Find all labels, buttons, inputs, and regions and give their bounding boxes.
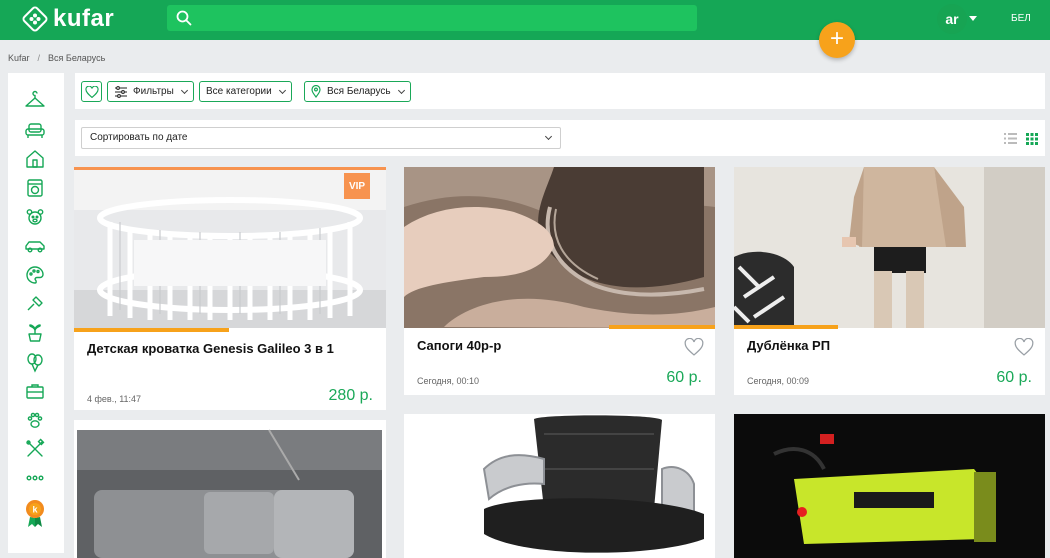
plant-pot-icon[interactable] bbox=[24, 322, 46, 344]
balloons-icon[interactable] bbox=[24, 351, 46, 373]
favorite-searches-button[interactable] bbox=[81, 81, 102, 102]
category-select-label: Все категории bbox=[206, 86, 272, 97]
listing-price: 60 р. bbox=[996, 369, 1032, 386]
listing-image[interactable] bbox=[74, 170, 386, 328]
breadcrumb-separator: / bbox=[37, 53, 41, 63]
grid-view-icon[interactable] bbox=[1026, 133, 1038, 145]
listing-price: 60 р. bbox=[666, 369, 702, 386]
kufar-logo[interactable]: kufar bbox=[22, 5, 114, 33]
sort-select-value: Сортировать по дате bbox=[90, 132, 188, 143]
listing-card[interactable] bbox=[74, 420, 386, 558]
kufar-logo-icon bbox=[22, 6, 48, 32]
sort-bar: Сортировать по дате bbox=[75, 120, 1045, 156]
filters-button[interactable]: Фильтры bbox=[107, 81, 194, 102]
teddy-bear-icon[interactable] bbox=[24, 206, 46, 228]
top-header: kufar ar БЕЛ bbox=[0, 0, 1050, 40]
breadcrumb-root[interactable]: Kufar bbox=[8, 53, 30, 63]
filter-bar: Фильтры Все категории Вся Беларусь bbox=[75, 73, 1045, 109]
chevron-down-icon bbox=[544, 132, 553, 141]
kufar-badge-icon[interactable]: k bbox=[24, 498, 46, 528]
chevron-down-icon bbox=[278, 86, 286, 94]
logo-text: kufar bbox=[53, 5, 115, 32]
listing-image[interactable] bbox=[404, 414, 715, 558]
car-icon[interactable] bbox=[24, 235, 46, 257]
promo-progress bbox=[734, 325, 838, 329]
listing-card[interactable]: VIP Детская кроватка Genesis Galileo 3 в… bbox=[74, 167, 386, 410]
favorite-heart-icon[interactable] bbox=[684, 338, 704, 356]
hanger-icon[interactable] bbox=[24, 90, 46, 112]
listing-date: Сегодня, 00:10 bbox=[417, 376, 480, 386]
list-view-icon[interactable] bbox=[1004, 133, 1017, 144]
listing-title[interactable]: Дублёнка РП bbox=[747, 338, 830, 353]
favorite-heart-icon[interactable] bbox=[1014, 338, 1034, 356]
more-dots-icon[interactable] bbox=[24, 467, 46, 489]
paw-icon[interactable] bbox=[24, 409, 46, 431]
region-select[interactable]: Вся Беларусь bbox=[304, 81, 411, 102]
promo-progress bbox=[609, 325, 715, 329]
chevron-down-icon bbox=[397, 86, 405, 94]
listing-title[interactable]: Детская кроватка Genesis Galileo 3 в 1 bbox=[87, 341, 372, 356]
tools-icon[interactable] bbox=[24, 438, 46, 460]
breadcrumb-current[interactable]: Вся Беларусь bbox=[48, 53, 105, 63]
listing-card[interactable] bbox=[734, 414, 1045, 558]
palette-icon[interactable] bbox=[24, 264, 46, 286]
briefcase-icon[interactable] bbox=[24, 380, 46, 402]
category-sidebar: k bbox=[8, 73, 64, 553]
listing-image[interactable] bbox=[734, 414, 1045, 558]
category-select[interactable]: Все категории bbox=[199, 81, 292, 102]
sofa-icon[interactable] bbox=[24, 119, 46, 141]
house-icon[interactable] bbox=[24, 148, 46, 170]
sliders-icon bbox=[115, 85, 127, 98]
vip-badge: VIP bbox=[344, 173, 370, 199]
listing-card[interactable] bbox=[404, 414, 715, 558]
search-input[interactable] bbox=[167, 5, 697, 31]
listing-title[interactable]: Сапоги 40р-р bbox=[417, 338, 501, 353]
user-avatar[interactable]: ar bbox=[937, 4, 967, 34]
listing-price: 280 р. bbox=[328, 387, 373, 404]
chevron-down-icon[interactable] bbox=[969, 16, 977, 21]
listing-card[interactable]: Дублёнка РП Сегодня, 00:09 60 р. bbox=[734, 167, 1045, 395]
listing-image[interactable] bbox=[404, 167, 715, 328]
listing-image[interactable] bbox=[74, 420, 386, 558]
sort-select[interactable]: Сортировать по дате bbox=[81, 127, 561, 149]
listing-date: Сегодня, 00:09 bbox=[747, 376, 810, 386]
location-pin-icon bbox=[311, 85, 321, 98]
filters-label: Фильтры bbox=[133, 86, 174, 97]
heart-icon bbox=[84, 85, 99, 98]
language-switch[interactable]: БЕЛ bbox=[1011, 13, 1031, 24]
listing-date: 4 фев., 11:47 bbox=[87, 394, 142, 404]
promo-progress bbox=[74, 328, 229, 332]
chevron-down-icon bbox=[180, 86, 188, 94]
listing-card[interactable]: Сапоги 40р-р Сегодня, 00:10 60 р. bbox=[404, 167, 715, 395]
search-icon bbox=[176, 10, 192, 26]
add-listing-button[interactable]: + bbox=[819, 22, 855, 58]
listing-image[interactable] bbox=[734, 167, 1045, 328]
region-select-label: Вся Беларусь bbox=[327, 86, 391, 97]
breadcrumb: Kufar / Вся Беларусь bbox=[8, 53, 105, 63]
washing-machine-icon[interactable] bbox=[24, 177, 46, 199]
hammer-icon[interactable] bbox=[24, 293, 46, 315]
